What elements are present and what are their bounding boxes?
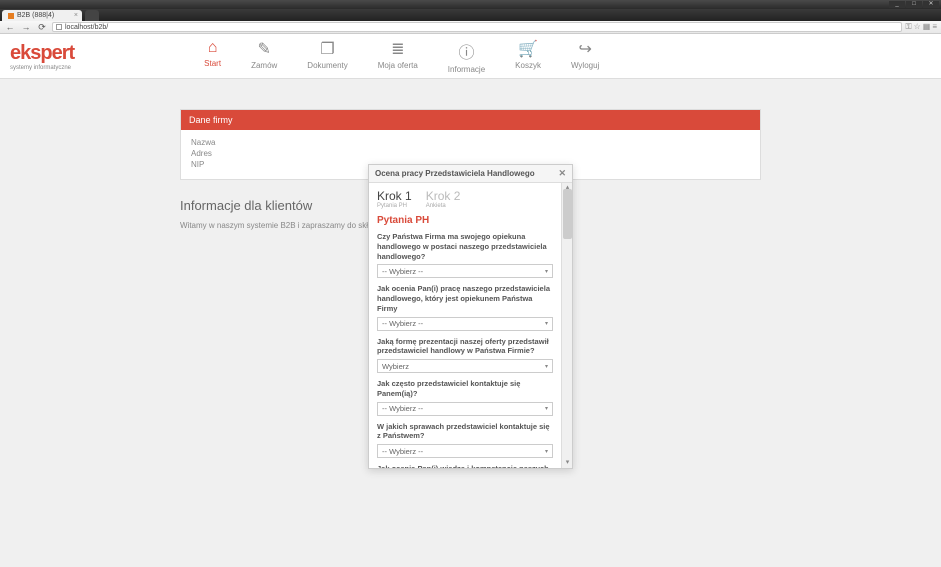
reload-button[interactable]: ⟳ [36, 21, 48, 33]
nav-icon: ↪ [571, 39, 599, 59]
key-icon[interactable]: ⚿ [906, 22, 912, 32]
company-row: Adres [191, 149, 750, 158]
select-value: -- Wybierz -- [382, 267, 423, 276]
modal-header: Ocena pracy Przedstawiciela Handlowego ✕ [369, 165, 572, 183]
answer-select[interactable]: -- Wybierz -- ▾ [377, 317, 553, 331]
nav-item-dokumenty[interactable]: ❐ Dokumenty [307, 39, 347, 74]
logo-text: ekspert [10, 42, 74, 64]
nav-item-zamów[interactable]: ✎ Zamów [251, 39, 277, 74]
question-label: W jakich sprawach przedstawiciel kontakt… [377, 422, 553, 442]
url-input[interactable]: localhost/b2b/ [52, 22, 902, 32]
field-label: Adres [191, 149, 231, 158]
field-label: Nazwa [191, 138, 231, 147]
browser-addressbar: ← → ⟳ localhost/b2b/ ⚿ ☆ ▦ ≡ [0, 21, 941, 34]
nav-item-informacje[interactable]: ⓘ Informacje [448, 39, 485, 74]
chevron-down-icon: ▾ [545, 405, 548, 412]
form-title: Pytania PH [377, 215, 553, 226]
menu-icon[interactable]: ≡ [932, 22, 937, 32]
wizard-step[interactable]: Krok 1Pytania PH [377, 189, 412, 209]
nav-icon: ❐ [307, 39, 347, 59]
url-text: localhost/b2b/ [65, 24, 108, 31]
nav-label: Start [204, 59, 221, 68]
close-window-button[interactable]: ✕ [923, 1, 939, 8]
modal-title: Ocena pracy Przedstawiciela Handlowego [375, 169, 535, 178]
question-label: Jak ocenia Pan(i) wiedzę i kompetencje n… [377, 464, 553, 468]
browser-tabstrip: B2B (888|4) × [0, 9, 941, 21]
dev-icon[interactable]: ▦ [923, 22, 931, 32]
nav-label: Informacje [448, 65, 485, 74]
minimize-button[interactable]: _ [889, 1, 905, 8]
nav-icon: ⓘ [448, 39, 485, 63]
question-label: Jaką formę prezentacji naszej oferty prz… [377, 337, 553, 357]
window-titlebar: _ □ ✕ [0, 0, 941, 9]
page-icon [56, 24, 62, 30]
answer-select[interactable]: -- Wybierz -- ▾ [377, 402, 553, 416]
maximize-button[interactable]: □ [906, 1, 922, 8]
nav-label: Wyloguj [571, 61, 599, 70]
nav-label: Zamów [251, 61, 277, 70]
nav-item-moja oferta[interactable]: ≣ Moja oferta [378, 39, 418, 74]
question-label: Czy Państwa Firma ma swojego opiekuna ha… [377, 232, 553, 261]
scroll-down-icon[interactable]: ▾ [562, 458, 573, 468]
nav-item-start[interactable]: ⌂ Start [204, 39, 221, 74]
scrollbar-thumb[interactable] [563, 189, 572, 239]
select-value: -- Wybierz -- [382, 447, 423, 456]
logo[interactable]: ekspert systemy informatyczne [10, 42, 74, 71]
chevron-down-icon: ▾ [545, 363, 548, 370]
question-label: Jak ocenia Pan(i) pracę naszego przedsta… [377, 284, 553, 313]
panel-title: Dane firmy [181, 110, 760, 130]
field-label: NIP [191, 160, 231, 169]
nav-label: Dokumenty [307, 61, 347, 70]
top-navigation: ekspert systemy informatyczne ⌂ Start ✎ Zam… [0, 34, 941, 79]
modal-scrollbar[interactable]: ▴ ▾ [561, 183, 572, 468]
step-subtitle: Pytania PH [377, 203, 412, 209]
nav-icon: ✎ [251, 39, 277, 59]
chevron-down-icon: ▾ [545, 320, 548, 327]
nav-item-koszyk[interactable]: 🛒 Koszyk [515, 39, 541, 74]
chevron-down-icon: ▾ [545, 448, 548, 455]
select-value: Wybierz [382, 362, 409, 371]
answer-select[interactable]: -- Wybierz -- ▾ [377, 444, 553, 458]
tab-title: B2B (888|4) [17, 12, 54, 19]
survey-modal: Ocena pracy Przedstawiciela Handlowego ✕… [368, 164, 573, 469]
nav-icon: ≣ [378, 39, 418, 59]
forward-button[interactable]: → [20, 21, 32, 33]
favicon-icon [8, 13, 14, 19]
nav-icon: 🛒 [515, 39, 541, 59]
browser-tab[interactable]: B2B (888|4) × [2, 10, 82, 21]
back-button[interactable]: ← [4, 21, 16, 33]
close-tab-icon[interactable]: × [74, 12, 78, 19]
addressbar-right-icons: ⚿ ☆ ▦ ≡ [906, 22, 938, 32]
new-tab-button[interactable] [85, 10, 99, 21]
company-row: Nazwa [191, 138, 750, 147]
nav-label: Moja oferta [378, 61, 418, 70]
wizard-steps: Krok 1Pytania PH Krok 2Ankieta [377, 189, 553, 209]
nav-label: Koszyk [515, 61, 541, 70]
nav-items: ⌂ Start ✎ Zamów ❐ Dokumenty ≣ Moja oferta ⓘ Infor… [204, 39, 599, 74]
select-value: -- Wybierz -- [382, 319, 423, 328]
nav-item-wyloguj[interactable]: ↪ Wyloguj [571, 39, 599, 74]
wizard-step[interactable]: Krok 2Ankieta [426, 189, 461, 209]
page-viewport: ekspert systemy informatyczne ⌂ Start ✎ Zam… [0, 34, 941, 567]
select-value: -- Wybierz -- [382, 404, 423, 413]
logo-subtitle: systemy informatyczne [10, 65, 74, 71]
step-subtitle: Ankieta [426, 203, 461, 209]
question-label: Jak często przedstawiciel kontaktuje się… [377, 379, 553, 399]
answer-select[interactable]: -- Wybierz -- ▾ [377, 264, 553, 278]
star-icon[interactable]: ☆ [914, 22, 921, 32]
answer-select[interactable]: Wybierz ▾ [377, 359, 553, 373]
modal-close-button[interactable]: ✕ [558, 168, 566, 179]
chevron-down-icon: ▾ [545, 268, 548, 275]
nav-icon: ⌂ [204, 39, 221, 57]
